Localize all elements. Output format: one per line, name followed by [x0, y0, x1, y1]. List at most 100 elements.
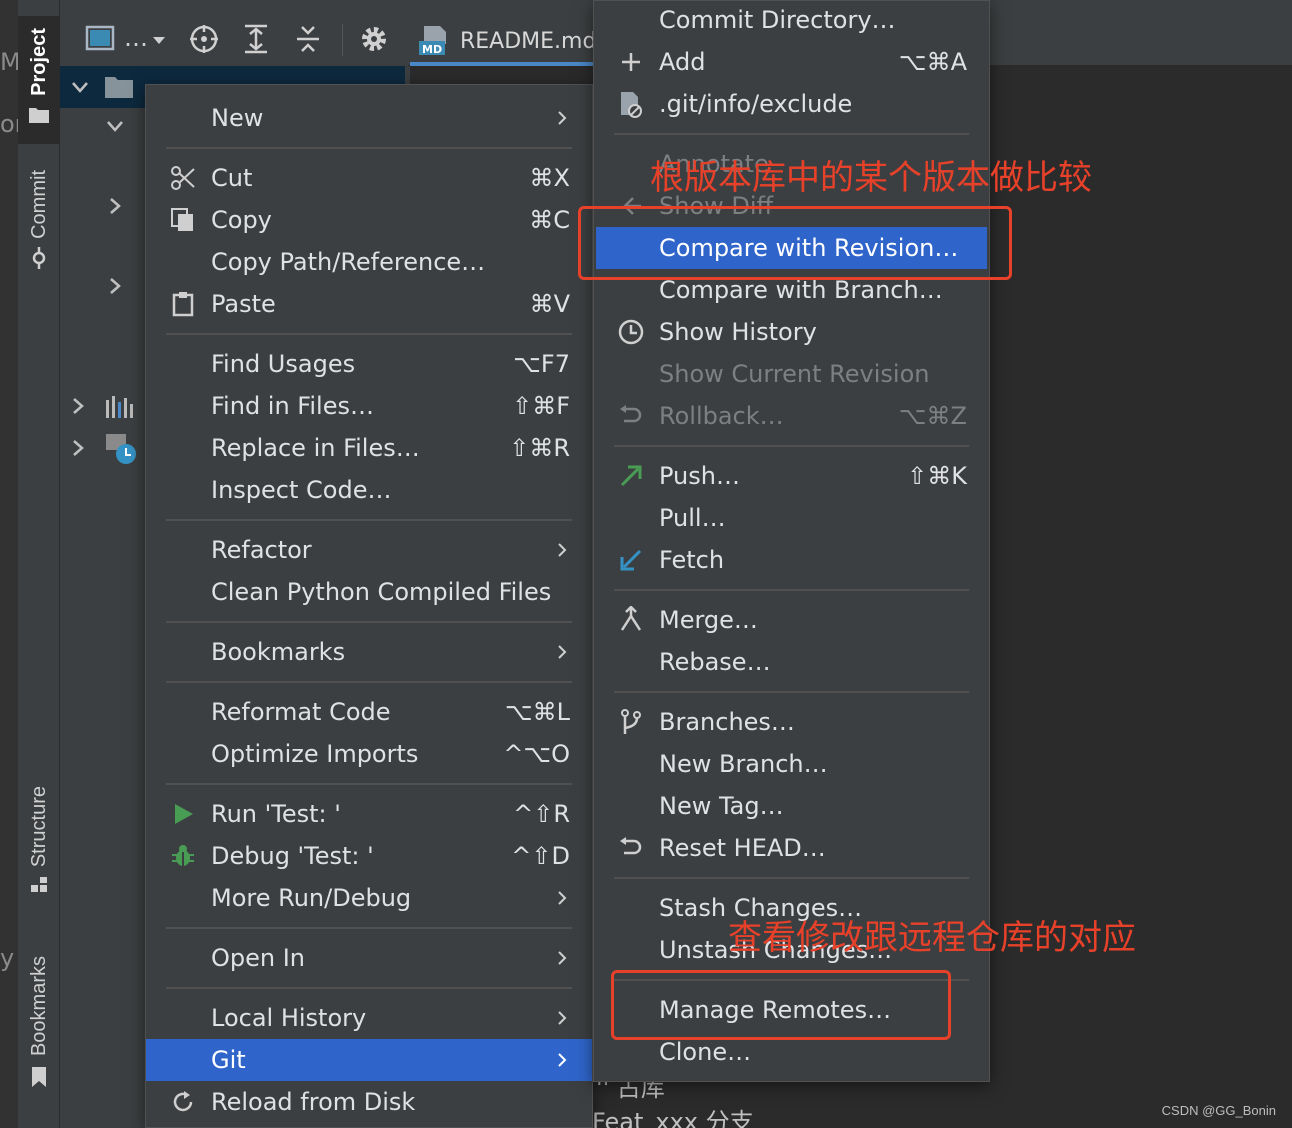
- chevron-right-icon[interactable]: [105, 276, 125, 296]
- chevron-down-icon[interactable]: [70, 77, 90, 97]
- menu-item-cut[interactable]: Cut ⌘X: [146, 157, 592, 199]
- tab-bookmarks[interactable]: Bookmarks: [18, 956, 60, 1108]
- chevron-down-icon[interactable]: [105, 116, 125, 136]
- plus-icon: [616, 47, 646, 77]
- menu-item-reload-from-disk[interactable]: Reload from Disk: [146, 1081, 592, 1123]
- commit-icon: [32, 246, 46, 269]
- menu-item-label: New: [211, 104, 264, 132]
- menu-item-open-in[interactable]: Open In: [146, 937, 592, 979]
- menu-item-debug[interactable]: Debug 'Test: ' ^⇧D: [146, 835, 592, 877]
- menu-item-branches[interactable]: Branches…: [594, 701, 989, 743]
- menu-item-reformat-code[interactable]: Reformat Code ⌥⌘L: [146, 691, 592, 733]
- menu-item-replace-in-files[interactable]: Replace in Files… ⇧⌘R: [146, 427, 592, 469]
- menu-item-shortcut: ^⌥O: [503, 740, 570, 768]
- menu-item-git[interactable]: Git: [146, 1039, 592, 1081]
- menu-item-label: Clone…: [659, 1038, 752, 1066]
- collapse-all-icon[interactable]: [291, 22, 325, 56]
- menu-item-new-tag[interactable]: New Tag…: [594, 785, 989, 827]
- menu-separator: [166, 927, 572, 929]
- menu-item-clean-python[interactable]: Clean Python Compiled Files: [146, 571, 592, 613]
- chevron-down-icon[interactable]: [152, 36, 166, 46]
- menu-separator: [166, 783, 572, 785]
- locate-icon[interactable]: [187, 22, 221, 56]
- menu-item-pull[interactable]: Pull…: [594, 497, 989, 539]
- menu-item-label: Copy: [211, 206, 272, 234]
- menu-item-label: Open In: [211, 944, 306, 972]
- annotation-box-compare: [578, 206, 1012, 280]
- menu-item-rollback[interactable]: Rollback… ⌥⌘Z: [594, 395, 989, 437]
- menu-item-optimize-imports[interactable]: Optimize Imports ^⌥O: [146, 733, 592, 775]
- menu-item-copy-path[interactable]: Copy Path/Reference…: [146, 241, 592, 283]
- libraries-icon: [106, 396, 133, 418]
- menu-item-find-usages[interactable]: Find Usages ⌥F7: [146, 343, 592, 385]
- menu-item-local-history[interactable]: Local History: [146, 997, 592, 1039]
- menu-item-bookmarks[interactable]: Bookmarks: [146, 631, 592, 673]
- menu-separator: [614, 877, 969, 879]
- menu-separator: [166, 987, 572, 989]
- chevron-right-icon[interactable]: [105, 196, 125, 216]
- menu-item-label: Compare with Branch…: [659, 276, 943, 304]
- reload-icon: [168, 1087, 198, 1117]
- menu-item-shortcut: ^⇧R: [513, 800, 570, 828]
- menu-item-label: Run 'Test: ': [211, 800, 341, 828]
- scissors-icon: [168, 163, 198, 193]
- menu-item-more-run-debug[interactable]: More Run/Debug: [146, 877, 592, 919]
- menu-item-run[interactable]: Run 'Test: ' ^⇧R: [146, 793, 592, 835]
- debug-icon: [168, 841, 198, 871]
- folder-icon: [29, 107, 49, 123]
- menu-item-label: Add: [659, 48, 706, 76]
- annotation-remotes-note: 查看修改跟远程仓库的对应: [728, 918, 1136, 958]
- menu-item-shortcut: ⌥⌘L: [504, 698, 570, 726]
- menu-item-commit-directory[interactable]: Commit Directory…: [594, 0, 989, 41]
- menu-item-add[interactable]: Add ⌥⌘A: [594, 41, 989, 83]
- menu-item-copy[interactable]: Copy ⌘C: [146, 199, 592, 241]
- menu-item-label: Commit Directory…: [659, 6, 896, 34]
- tab-commit[interactable]: Commit: [18, 170, 60, 290]
- menu-item-find-in-files[interactable]: Find in Files… ⇧⌘F: [146, 385, 592, 427]
- menu-item-reset-head[interactable]: Reset HEAD…: [594, 827, 989, 869]
- menu-item-label: Rollback…: [659, 402, 784, 430]
- gear-icon[interactable]: [357, 22, 391, 56]
- menu-item-label: Refactor: [211, 536, 312, 564]
- menu-separator: [166, 519, 572, 521]
- menu-item-paste[interactable]: Paste ⌘V: [146, 283, 592, 325]
- expand-all-icon[interactable]: [239, 22, 273, 56]
- clipboard-icon: [168, 289, 198, 319]
- editor-text-fragment: Feat_xxx 分支: [592, 1108, 754, 1128]
- menu-item-shortcut: ⌘V: [529, 290, 570, 318]
- menu-item-label: New Tag…: [659, 792, 784, 820]
- menu-item-label: Reformat Code: [211, 698, 391, 726]
- tab-commit-label: Commit: [27, 170, 50, 239]
- menu-item-new[interactable]: New: [146, 97, 592, 139]
- tab-structure[interactable]: Structure: [18, 786, 60, 918]
- rollback-icon: [616, 401, 646, 431]
- menu-item-push[interactable]: Push… ⇧⌘K: [594, 455, 989, 497]
- watermark: CSDN @GG_Bonin: [1161, 1103, 1276, 1118]
- menu-item-refactor[interactable]: Refactor: [146, 529, 592, 571]
- menu-item-shortcut: ⌥⌘Z: [898, 402, 967, 430]
- menu-item-label: Replace in Files…: [211, 434, 420, 462]
- chevron-right-icon: [558, 891, 567, 905]
- tab-readme[interactable]: MD README.md: [418, 18, 596, 64]
- menu-separator: [614, 133, 969, 135]
- menu-item-fetch[interactable]: Fetch: [594, 539, 989, 581]
- copy-icon: [168, 205, 198, 235]
- edge-fragment: M: [0, 48, 18, 76]
- chevron-right-icon[interactable]: [68, 438, 88, 458]
- menu-item-inspect-code[interactable]: Inspect Code…: [146, 469, 592, 511]
- view-dropdown[interactable]: …: [124, 24, 148, 52]
- menu-item-git-exclude[interactable]: .git/info/exclude: [594, 83, 989, 125]
- menu-item-merge[interactable]: Merge…: [594, 599, 989, 641]
- menu-item-shortcut: ⌘X: [529, 164, 570, 192]
- menu-item-label: Pull…: [659, 504, 726, 532]
- tool-window-bar: Project Commit Structure Bookmarks: [18, 0, 60, 1128]
- chevron-right-icon[interactable]: [68, 396, 88, 416]
- menu-item-show-history[interactable]: Show History: [594, 311, 989, 353]
- window-icon[interactable]: [84, 22, 118, 56]
- menu-item-show-current-revision[interactable]: Show Current Revision: [594, 353, 989, 395]
- menu-item-rebase[interactable]: Rebase…: [594, 641, 989, 683]
- tab-project[interactable]: Project: [18, 16, 60, 144]
- menu-item-new-branch[interactable]: New Branch…: [594, 743, 989, 785]
- chevron-right-icon: [558, 111, 567, 125]
- menu-item-shortcut: ⌘C: [529, 206, 570, 234]
